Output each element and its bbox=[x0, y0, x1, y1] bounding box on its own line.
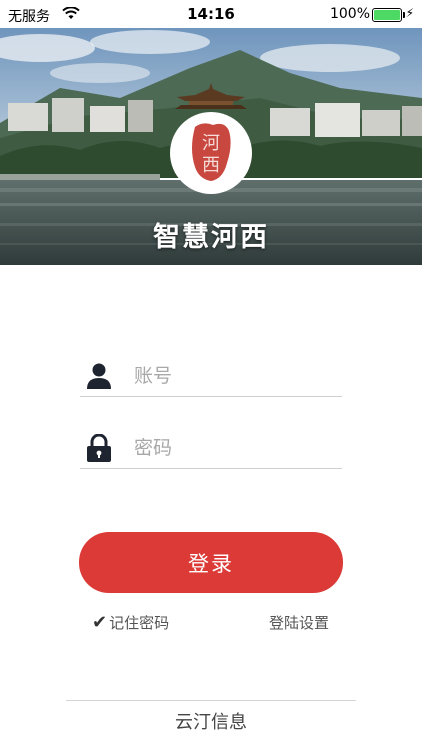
app-logo: 河 西 bbox=[167, 83, 255, 195]
battery-icon bbox=[372, 8, 405, 22]
password-field bbox=[80, 428, 342, 469]
footer-divider bbox=[66, 700, 356, 701]
svg-text:河: 河 bbox=[202, 133, 220, 154]
remember-password-checkbox[interactable]: ✔ 记住密码 bbox=[92, 612, 170, 633]
charging-bolt-icon: ⚡ bbox=[405, 6, 414, 20]
hero-banner: 河 西 智慧河西 bbox=[0, 28, 422, 265]
user-icon bbox=[86, 362, 112, 390]
svg-text:西: 西 bbox=[202, 155, 220, 176]
login-button[interactable]: 登录 bbox=[79, 532, 343, 593]
remember-password-label: 记住密码 bbox=[109, 614, 170, 632]
account-field bbox=[80, 356, 342, 397]
app-title: 智慧河西 bbox=[153, 222, 269, 253]
checkmark-icon: ✔ bbox=[92, 612, 108, 633]
login-settings-link[interactable]: 登陆设置 bbox=[269, 612, 329, 633]
lock-icon bbox=[86, 433, 112, 462]
battery-percentage: 100% bbox=[329, 6, 370, 22]
footer-company: 云汀信息 bbox=[175, 712, 247, 733]
password-input[interactable] bbox=[132, 428, 342, 468]
account-input[interactable] bbox=[132, 356, 342, 396]
status-bar: 无服务 14:16 100% ⚡ bbox=[0, 0, 422, 28]
